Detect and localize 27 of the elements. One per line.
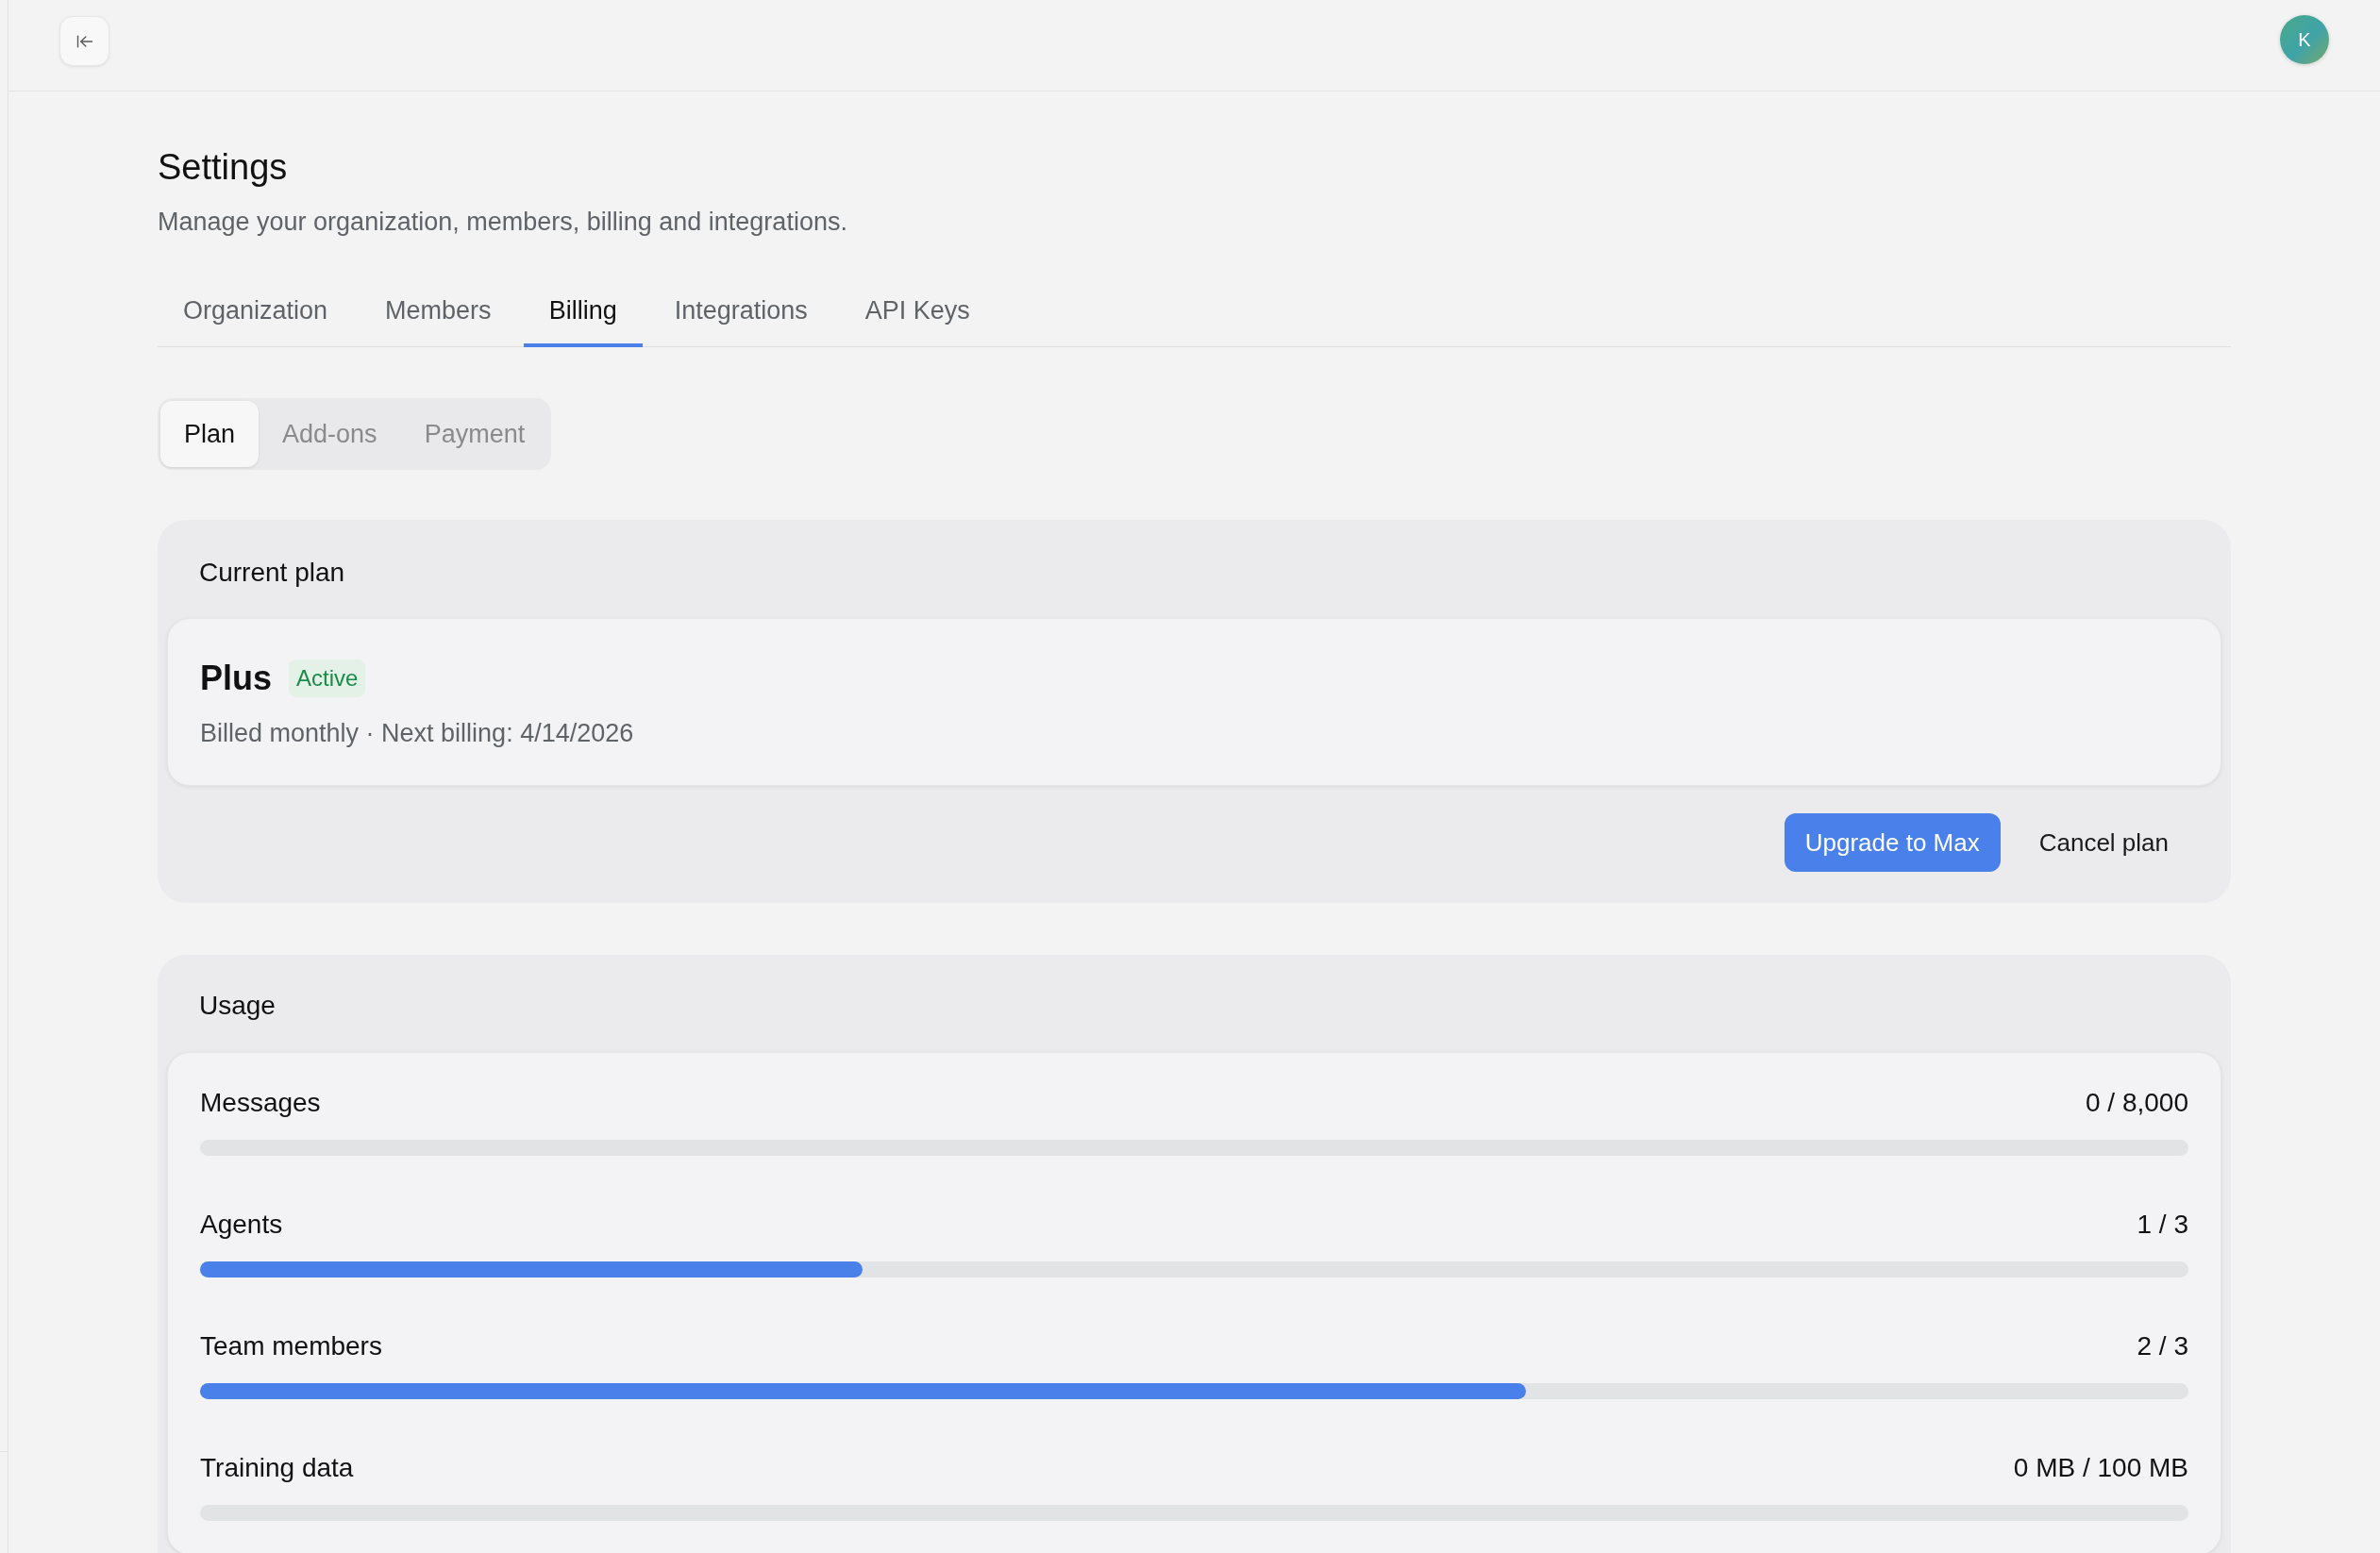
upgrade-button[interactable]: Upgrade to Max — [1784, 813, 2001, 872]
cancel-button[interactable]: Cancel plan — [2018, 813, 2189, 872]
segment-tab[interactable]: Plan — [160, 401, 260, 467]
settings-tab[interactable]: Integrations — [648, 276, 833, 347]
meter-reading: 0 / 8,000 — [2086, 1088, 2188, 1118]
meter-label: Agents — [200, 1210, 283, 1240]
settings-tab[interactable]: Organization — [158, 276, 354, 347]
page-title: Settings — [158, 146, 288, 189]
meter-reading: 0 MB / 100 MB — [2013, 1453, 2188, 1483]
collapse-sidebar-button[interactable] — [59, 16, 109, 66]
billing-info: Billed monthly · Next billing: 4/14/2026 — [200, 718, 634, 748]
plan-name: Plus — [200, 658, 273, 699]
meter-label: Training data — [200, 1453, 354, 1483]
settings-tab[interactable]: Members — [360, 276, 517, 347]
segment-tab[interactable]: Add-ons — [259, 401, 401, 467]
meter-label: Messages — [200, 1088, 321, 1118]
panel-heading: Usage — [199, 991, 276, 1021]
user-avatar[interactable]: K — [2280, 15, 2329, 64]
meter-label: Team members — [200, 1331, 382, 1361]
page-subtitle: Manage your organization, members, billing and integrations. — [158, 207, 847, 238]
status-badge: Active — [289, 660, 366, 697]
settings-tab[interactable]: API Keys — [839, 276, 996, 347]
meter-reading: 1 / 3 — [2137, 1210, 2188, 1240]
segment-tab[interactable]: Payment — [400, 401, 549, 467]
settings-tab[interactable]: Billing — [523, 276, 643, 347]
panel-heading: Current plan — [199, 558, 345, 588]
meter-reading: 2 / 3 — [2137, 1331, 2188, 1361]
